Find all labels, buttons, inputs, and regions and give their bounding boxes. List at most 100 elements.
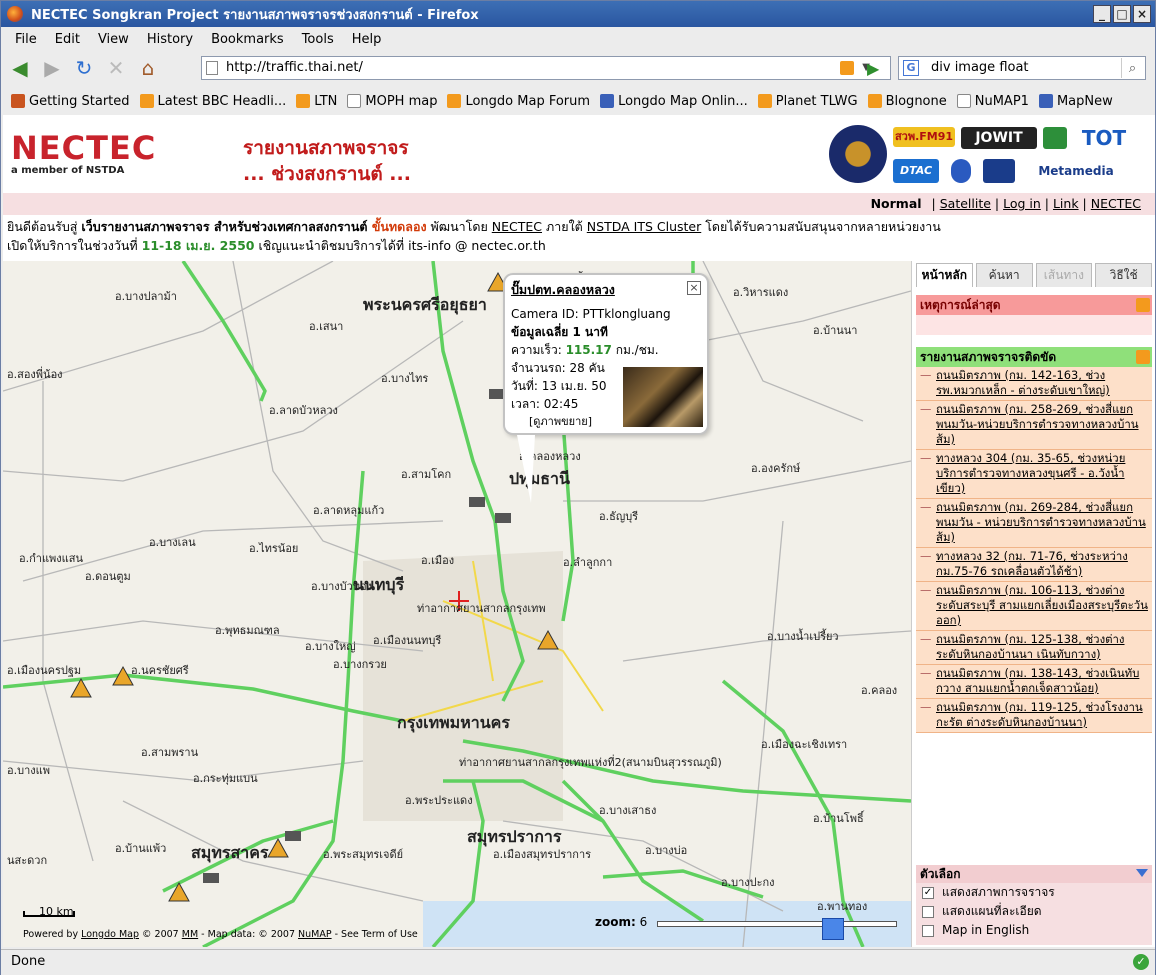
traffic-item-link[interactable]: ถนนมิตรภาพ (กม. 269-284, ช่วงสี่แยกพนมวั… [936, 500, 1146, 544]
zoom-slider-handle[interactable] [822, 918, 844, 940]
traffic-item-link[interactable]: ถนนมิตรภาพ (กม. 142-163, ช่วง รพ.หมวกเหล… [936, 368, 1110, 397]
list-item[interactable]: ถนนมิตรภาพ (กม. 138-143, ช่วงเนินทับกวาง… [916, 665, 1152, 699]
bookmark-item[interactable]: NuMAP1 [956, 94, 1029, 109]
traffic-item-link[interactable]: ถนนมิตรภาพ (กม. 138-143, ช่วงเนินทับกวาง… [936, 666, 1139, 695]
traffic-item-link[interactable]: ทางหลวง 32 (กม. 71-76, ช่วงระหว่าง กม.75… [936, 549, 1128, 578]
bookmark-item[interactable]: MapNew [1038, 93, 1113, 109]
bookmark-label: MapNew [1056, 93, 1113, 109]
map-label: อ.บางปะกง [721, 876, 775, 889]
tab-help[interactable]: วิธีใช้ [1095, 263, 1152, 287]
bookmark-item[interactable]: MOPH map [347, 94, 437, 109]
map-label: อ.ธัญบุรี [599, 510, 639, 523]
menu-bookmarks[interactable]: Bookmarks [211, 32, 284, 47]
checkbox[interactable] [922, 924, 934, 937]
bookmark-item[interactable]: LTN [296, 94, 337, 109]
rss-icon[interactable] [1136, 298, 1150, 312]
back-icon[interactable]: ◀ [7, 55, 33, 81]
welcome-text-part: ยินดีต้อนรับสู่ [7, 219, 82, 234]
nectec-logo[interactable]: NECTEC a member of NSTDA [11, 129, 226, 189]
traffic-item-link[interactable]: ถนนมิตรภาพ (กม. 106-113, ช่วงต่างระดับสร… [936, 583, 1148, 627]
traffic-item-link[interactable]: ทางหลวง 304 (กม. 35-65, ช่วงหน่วยบริการต… [936, 451, 1125, 495]
menu-edit[interactable]: Edit [55, 32, 80, 47]
search-input[interactable]: div image float [931, 60, 1029, 75]
popup-title[interactable]: ปั๊มปตท.คลองหลวง [511, 281, 701, 299]
google-icon[interactable]: G [903, 60, 919, 76]
home-icon[interactable]: ⌂ [135, 55, 161, 81]
rss-icon[interactable] [1136, 350, 1150, 364]
map-label: อ.สามโคก [401, 468, 452, 481]
list-item[interactable]: ถนนมิตรภาพ (กม. 106-113, ช่วงต่างระดับสร… [916, 582, 1152, 631]
zoom-slider-track[interactable] [657, 918, 897, 940]
longdo-icon [1038, 94, 1053, 108]
speed-unit: กม./ชม. [611, 343, 659, 357]
bookmark-item[interactable]: Blognone [867, 94, 947, 109]
bookmark-item[interactable]: Longdo Map Onlin... [600, 94, 748, 109]
bookmark-item[interactable]: Planet TLWG [757, 93, 858, 109]
map-label: อ.องครักษ์ [751, 462, 801, 475]
go-icon[interactable]: ▶ [867, 59, 879, 78]
its-cluster-link[interactable]: NSTDA ITS Cluster [587, 219, 701, 234]
options-header[interactable]: ตัวเลือก [916, 865, 1152, 883]
map-label: พระนครศรีอยุธยา [363, 295, 487, 314]
tab-route[interactable]: เส้นทาง [1035, 263, 1093, 287]
popup-close-icon[interactable]: × [687, 281, 701, 295]
logo-subtext: a member of NSTDA [11, 165, 125, 176]
welcome-text-bold: เว็บรายงานสภาพจราจร สำหรับช่วงเทศกาลสงกร… [81, 219, 368, 234]
menu-help[interactable]: Help [352, 32, 382, 47]
rss-feed-icon[interactable] [840, 61, 854, 75]
nectec-inline-link[interactable]: NECTEC [492, 219, 542, 234]
tot-logo: TOT [1073, 127, 1135, 149]
list-item[interactable]: ถนนมิตรภาพ (กม. 119-125, ช่วงโรงงานกะรัต… [916, 699, 1152, 733]
window-title: NECTEC Songkran Project รายงานสภาพจราจรช… [31, 7, 479, 23]
option-detailed-map[interactable]: แสดงแผนที่ละเอียด [916, 902, 1152, 921]
list-item[interactable]: ถนนมิตรภาพ (กม. 258-269, ช่วงสี่แยกพนมวั… [916, 401, 1152, 450]
option-label: Map in English [942, 923, 1030, 937]
credit-text: © 2007 [139, 929, 182, 940]
url-bar[interactable]: http://traffic.thai.net/ ▼ [201, 56, 891, 80]
tab-search[interactable]: ค้นหา [975, 263, 1033, 287]
link-link[interactable]: Link [1053, 196, 1079, 211]
bookmark-item[interactable]: Longdo Map Forum [447, 94, 590, 109]
camera-snapshot[interactable] [623, 367, 703, 427]
numap-link[interactable]: NuMAP [298, 929, 332, 940]
menu-tools[interactable]: Tools [302, 32, 334, 47]
mm-link[interactable]: MM [182, 929, 198, 940]
nectec-link[interactable]: NECTEC [1091, 196, 1141, 211]
login-link[interactable]: Log in [1003, 196, 1041, 211]
traffic-map[interactable]: พระนครศรีอยุธยา ปทุมธานี นนทบุรี กรุงเทพ… [3, 261, 911, 947]
popup-pointer [517, 435, 535, 503]
traffic-item-link[interactable]: ถนนมิตรภาพ (กม. 258-269, ช่วงสี่แยกพนมวั… [936, 402, 1139, 446]
beta-label: ขั้นทดลอง [367, 219, 427, 234]
reload-icon[interactable]: ↻ [71, 55, 97, 81]
bookmark-label: Planet TLWG [775, 93, 858, 109]
search-box[interactable]: G div image float ⌕ [898, 56, 1146, 80]
map-label: อ.คลอง [861, 684, 898, 697]
option-map-english[interactable]: Map in English [916, 921, 1152, 940]
menu-history[interactable]: History [147, 32, 193, 47]
traffic-item-link[interactable]: ถนนมิตรภาพ (กม. 119-125, ช่วงโรงงานกะรัต… [936, 700, 1143, 729]
forward-icon[interactable]: ▶ [39, 55, 65, 81]
menu-view[interactable]: View [98, 32, 129, 47]
option-show-traffic[interactable]: ✓ แสดงสภาพการจราจร [916, 883, 1152, 902]
maximize-button[interactable]: □ [1113, 5, 1131, 23]
list-item[interactable]: ถนนมิตรภาพ (กม. 269-284, ช่วงสี่แยกพนมวั… [916, 499, 1152, 548]
satellite-link[interactable]: Satellite [940, 196, 991, 211]
search-icon[interactable]: ⌕ [1121, 58, 1143, 78]
collapse-arrow-icon[interactable] [1136, 869, 1148, 877]
traffic-item-link[interactable]: ถนนมิตรภาพ (กม. 125-138, ช่วงต่างระดับหิ… [936, 632, 1125, 661]
menu-file[interactable]: File [15, 32, 37, 47]
list-item[interactable]: ทางหลวง 304 (กม. 35-65, ช่วงหน่วยบริการต… [916, 450, 1152, 499]
checkbox-checked[interactable]: ✓ [922, 886, 934, 899]
stop-icon[interactable]: ✕ [103, 55, 129, 81]
list-item[interactable]: ถนนมิตรภาพ (กม. 125-138, ช่วงต่างระดับหิ… [916, 631, 1152, 665]
list-item[interactable]: ถนนมิตรภาพ (กม. 142-163, ช่วง รพ.หมวกเหล… [916, 367, 1152, 401]
tab-home[interactable]: หน้าหลัก [916, 263, 973, 287]
bookmark-item[interactable]: Getting Started [11, 94, 130, 109]
checkbox[interactable] [922, 905, 934, 918]
list-item[interactable]: ทางหลวง 32 (กม. 71-76, ช่วงระหว่าง กม.75… [916, 548, 1152, 582]
close-button[interactable]: × [1133, 5, 1151, 23]
bookmark-item[interactable]: Latest BBC Headli... [139, 94, 286, 109]
minimize-button[interactable]: _ [1093, 5, 1111, 23]
welcome-text-part: พัฒนาโดย [426, 219, 492, 234]
longdo-map-link[interactable]: Longdo Map [81, 929, 139, 940]
